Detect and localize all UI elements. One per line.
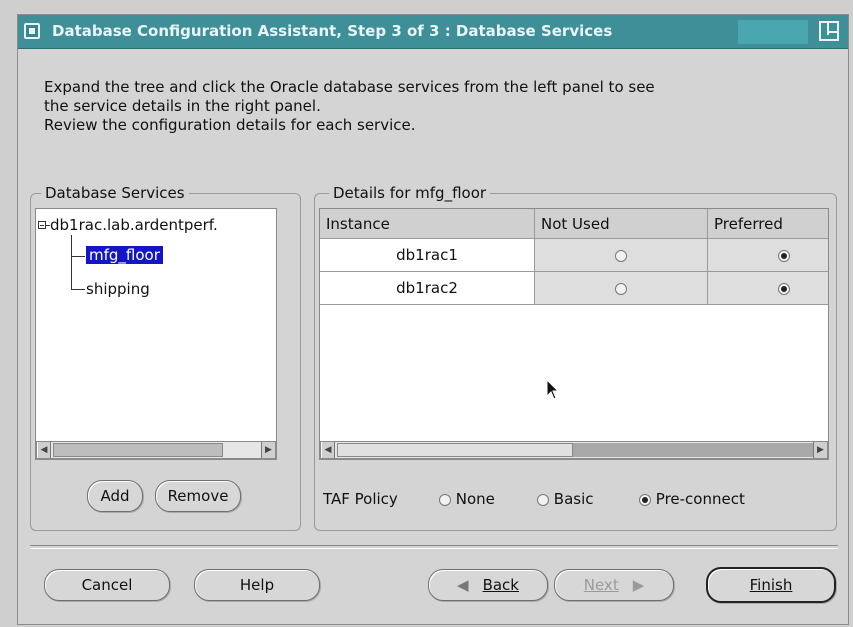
taf-policy-label: TAF Policy <box>323 490 398 508</box>
next-button-label: Next <box>583 576 619 594</box>
instances-table: Instance Not Used Preferred db1rac1 db1r… <box>319 208 829 460</box>
tree-collapse-icon[interactable] <box>38 221 46 229</box>
scrollbar-track[interactable] <box>573 443 813 457</box>
remove-button[interactable]: Remove <box>155 480 241 512</box>
taf-none-label: None <box>455 490 495 508</box>
table-cell-preferred[interactable] <box>708 272 828 305</box>
tree-connector <box>71 256 85 257</box>
scrollbar-thumb[interactable] <box>53 443 223 457</box>
help-button[interactable]: Help <box>194 569 320 601</box>
taf-none-radio[interactable] <box>439 493 451 506</box>
tree-horizontal-scrollbar[interactable]: ◀ ▶ <box>36 441 276 459</box>
database-services-legend: Database Services <box>41 184 189 202</box>
next-button[interactable]: Next ▶ <box>554 569 674 601</box>
mouse-cursor-icon <box>546 379 560 400</box>
table-row-instance[interactable]: db1rac1 <box>320 239 535 272</box>
instructions-line-1: Expand the tree and click the Oracle dat… <box>44 78 655 96</box>
not-used-radio-db1rac1[interactable] <box>615 249 627 262</box>
tree-node-shipping[interactable]: shipping <box>86 280 150 298</box>
table-row-instance[interactable]: db1rac2 <box>320 272 535 305</box>
details-group: Details for mfg_floor Instance Not Used … <box>314 184 837 531</box>
instructions-text: Expand the tree and click the Oracle dat… <box>44 78 655 135</box>
taf-basic-label: Basic <box>553 490 594 508</box>
services-tree[interactable]: db1rac.lab.ardentperf. mfg_floor shippin… <box>35 208 277 460</box>
scroll-right-icon[interactable]: ▶ <box>261 442 275 458</box>
table-horizontal-scrollbar[interactable]: ◀ ▶ <box>320 441 828 459</box>
taf-preconnect-radio[interactable] <box>639 493 651 506</box>
window-title: Database Configuration Assistant, Step 3… <box>52 22 613 40</box>
table-cell-not-used[interactable] <box>535 272 708 305</box>
taf-preconnect-label: Pre-connect <box>655 490 745 508</box>
details-legend: Details for mfg_floor <box>329 184 491 202</box>
instructions-line-3: Review the configuration details for eac… <box>44 116 416 134</box>
tree-connector <box>71 235 72 289</box>
taf-basic-option[interactable]: Basic <box>537 490 594 508</box>
column-header-preferred[interactable]: Preferred <box>708 209 828 239</box>
finish-button-label: Finish <box>749 576 793 594</box>
instructions-line-2: the service details in the right panel. <box>44 97 321 115</box>
database-services-group: Database Services db1rac.lab.ardentperf.… <box>30 184 301 531</box>
title-bar-fill <box>738 20 808 44</box>
tree-node-mfg-floor[interactable]: mfg_floor <box>85 245 164 265</box>
back-arrow-icon: ◀ <box>457 576 469 594</box>
cancel-button[interactable]: Cancel <box>44 569 170 601</box>
scroll-right-icon[interactable]: ▶ <box>813 442 827 458</box>
add-button[interactable]: Add <box>87 480 143 512</box>
separator <box>30 545 838 549</box>
preferred-radio-db1rac1[interactable] <box>778 249 790 262</box>
title-bar[interactable]: Database Configuration Assistant, Step 3… <box>18 15 848 49</box>
column-header-not-used[interactable]: Not Used <box>535 209 708 239</box>
next-arrow-icon: ▶ <box>632 576 645 594</box>
dbca-window: Database Configuration Assistant, Step 3… <box>17 14 849 625</box>
taf-basic-radio[interactable] <box>537 493 549 506</box>
scrollbar-thumb[interactable] <box>337 443 573 457</box>
window-menu-icon[interactable] <box>24 23 40 39</box>
maximize-icon[interactable] <box>819 21 839 41</box>
column-header-instance[interactable]: Instance <box>320 209 535 239</box>
preferred-radio-db1rac2[interactable] <box>778 282 790 295</box>
table-cell-not-used[interactable] <box>535 239 708 272</box>
taf-none-option[interactable]: None <box>439 490 495 508</box>
tree-root-node[interactable]: db1rac.lab.ardentperf. <box>50 216 218 234</box>
scroll-left-icon[interactable]: ◀ <box>321 442 335 458</box>
table-cell-preferred[interactable] <box>708 239 828 272</box>
scroll-left-icon[interactable]: ◀ <box>37 442 51 458</box>
not-used-radio-db1rac2[interactable] <box>615 282 627 295</box>
finish-button[interactable]: Finish <box>706 567 836 603</box>
back-button-label: Back <box>482 576 519 594</box>
taf-preconnect-option[interactable]: Pre-connect <box>639 490 745 508</box>
back-button[interactable]: ◀ Back <box>428 569 548 601</box>
tree-connector <box>71 289 85 290</box>
